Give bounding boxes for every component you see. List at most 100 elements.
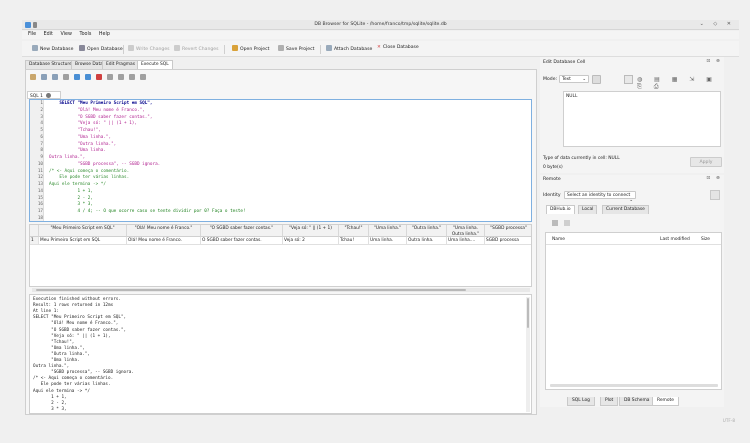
tab-sql-log[interactable]: SQL Log	[567, 397, 595, 406]
tab-local[interactable]: Local	[578, 205, 598, 214]
log-vertical-scrollbar[interactable]	[526, 297, 530, 412]
scrollbar-thumb[interactable]	[527, 298, 529, 328]
save-project-button[interactable]: Save Project	[278, 45, 314, 53]
scrollbar-thumb[interactable]	[36, 289, 466, 291]
open-project-button[interactable]: Open Project	[232, 45, 269, 53]
cell-value: NULL	[566, 94, 578, 99]
column-header[interactable]: "SGBD processa"	[485, 225, 531, 237]
window-controls[interactable]: ⌄ ◇ ✕	[700, 21, 735, 27]
column-header[interactable]: "O SGBD saber fazer contas."	[201, 225, 283, 237]
print-icon[interactable]	[63, 74, 69, 80]
refresh-icon[interactable]	[552, 220, 558, 226]
line-number: 2	[40, 107, 43, 113]
result-cell[interactable]: Uma linha....	[447, 237, 485, 245]
code-text: "Tchau!",	[49, 128, 101, 133]
row-header-corner[interactable]	[30, 225, 39, 237]
tab-dbhub[interactable]: DBHub.io	[546, 205, 575, 214]
line-number: 14	[37, 188, 43, 194]
menu-help[interactable]: Help	[99, 32, 110, 37]
attach-database-button[interactable]: Attach Database	[326, 45, 372, 53]
execute-all-icon[interactable]	[74, 74, 80, 80]
tab-remote[interactable]: Remote	[652, 397, 679, 406]
line-number: 3	[40, 114, 43, 120]
tab-edit-pragmas[interactable]: Edit Pragmas	[102, 60, 140, 69]
result-cell[interactable]: O SGBD saber fazer contas.	[201, 237, 283, 245]
tab-database-structure[interactable]: Database Structure	[25, 60, 76, 69]
result-cell[interactable]: Uma linha.	[369, 237, 407, 245]
column-header[interactable]: "Meu Primeiro Script em SQL"	[39, 225, 127, 237]
sql-editor-tab[interactable]: SQL 1	[27, 91, 61, 99]
word-wrap-icon[interactable]	[624, 75, 633, 84]
result-cell[interactable]: SGBD processa	[485, 237, 531, 245]
column-last-modified[interactable]: Last modified	[660, 237, 690, 242]
column-name[interactable]: Name	[552, 237, 565, 242]
cell-actions[interactable]: ◍ ▤ ▦ ⇲ ▣ ⎘ ⎙	[637, 76, 724, 91]
apply-button[interactable]: Apply	[690, 157, 722, 167]
execution-log[interactable]: Execution finished without errors. Result…	[29, 294, 532, 414]
open-database-button[interactable]: Open Database	[79, 45, 123, 53]
open-sql-icon[interactable]	[41, 74, 47, 80]
column-header[interactable]: "Tchau!"	[339, 225, 369, 237]
stop-icon[interactable]	[96, 74, 102, 80]
identity-select[interactable]: Select an identity to connect ⌄	[564, 191, 636, 203]
column-header[interactable]: "Uma linha."	[369, 225, 407, 237]
code-text: "O SGBD saber fazer contas.",	[49, 114, 153, 120]
result-cell[interactable]: Olá! Meu nome é Franco.	[127, 237, 201, 245]
tab-db-schema[interactable]: DB Schema	[619, 397, 655, 406]
find-icon[interactable]	[118, 74, 124, 80]
save-results-icon[interactable]	[107, 74, 113, 80]
dock-controls[interactable]: ⊡ ⊗	[706, 59, 722, 64]
log-line: "O SGBD saber fazer contas.",	[33, 327, 127, 333]
menu-file[interactable]: File	[28, 32, 36, 37]
auto-format-icon[interactable]	[592, 75, 601, 84]
results-horizontal-scrollbar[interactable]	[32, 288, 530, 292]
tab-plot[interactable]: Plot	[600, 397, 619, 406]
identity-settings-icon[interactable]	[710, 190, 720, 200]
comment-icon[interactable]	[140, 74, 146, 80]
tab-current-database[interactable]: Current Database	[602, 205, 649, 214]
save-sql-icon[interactable]	[52, 74, 58, 80]
remote-horizontal-scrollbar[interactable]	[550, 384, 718, 387]
close-database-button[interactable]: ✕ Close Database	[377, 45, 419, 53]
results-grid[interactable]: 1 "Meu Primeiro Script em SQL" Meu Primeir…	[29, 224, 532, 287]
tab-execute-sql[interactable]: Execute SQL	[137, 60, 173, 69]
attach-database-icon	[326, 45, 332, 51]
menu-edit[interactable]: Edit	[44, 32, 53, 37]
line-number: 1	[40, 101, 43, 106]
line-number: 17	[37, 209, 43, 214]
cell-editor[interactable]: NULL	[563, 91, 721, 147]
new-database-button[interactable]: New Database	[32, 45, 73, 53]
line-number: 5	[40, 128, 43, 133]
result-cell[interactable]: Tchau!	[339, 237, 369, 245]
column-header[interactable]: "Olá! Meu nome é Franco."	[127, 225, 201, 237]
execute-current-line-icon[interactable]	[85, 74, 91, 80]
close-tab-icon[interactable]	[46, 93, 52, 98]
clone-icon[interactable]	[564, 220, 570, 226]
column-header[interactable]: "Uma linha. Outra linha."	[447, 225, 485, 237]
cell-type-info: Type of data currently in cell: NULL	[543, 156, 620, 161]
result-cell[interactable]: Outra linha.	[407, 237, 447, 245]
log-line: "Uma linha.	[33, 358, 80, 363]
menu-view[interactable]: View	[61, 32, 72, 37]
remote-file-list[interactable]: Name Last modified Size	[545, 232, 722, 390]
find-replace-icon[interactable]	[129, 74, 135, 80]
open-tab-icon[interactable]	[30, 74, 36, 80]
sql-toolbar	[30, 74, 230, 84]
row-number[interactable]: 1	[30, 237, 39, 245]
revert-changes-button[interactable]: Revert Changes	[174, 45, 219, 53]
dock-controls[interactable]: ⊡ ⊗	[706, 176, 722, 181]
code-text: "SGBD processa", -- SGBD ignora.	[49, 161, 161, 167]
mode-select[interactable]: Text ⌄	[559, 75, 589, 83]
code-text: Outra linha.",	[49, 155, 86, 160]
column-header[interactable]: "Veja só: " || (1 + 1)	[283, 225, 339, 237]
line-number: 4	[40, 121, 43, 127]
log-line: "Uma linha.",	[33, 345, 85, 351]
result-cell[interactable]: Meu Primeiro Script em SQL	[39, 237, 127, 245]
write-changes-button[interactable]: Write Changes	[128, 45, 170, 53]
sql-editor[interactable]: 1 SELECT "Meu Primeiro Script em SQL", 2 …	[29, 99, 532, 222]
column-header[interactable]: "Outra linha."	[407, 225, 447, 237]
result-cell[interactable]: Veja só: 2	[283, 237, 339, 245]
chevron-down-icon: ⌄	[629, 198, 633, 203]
menu-tools[interactable]: Tools	[80, 32, 92, 37]
column-size[interactable]: Size	[701, 237, 710, 242]
